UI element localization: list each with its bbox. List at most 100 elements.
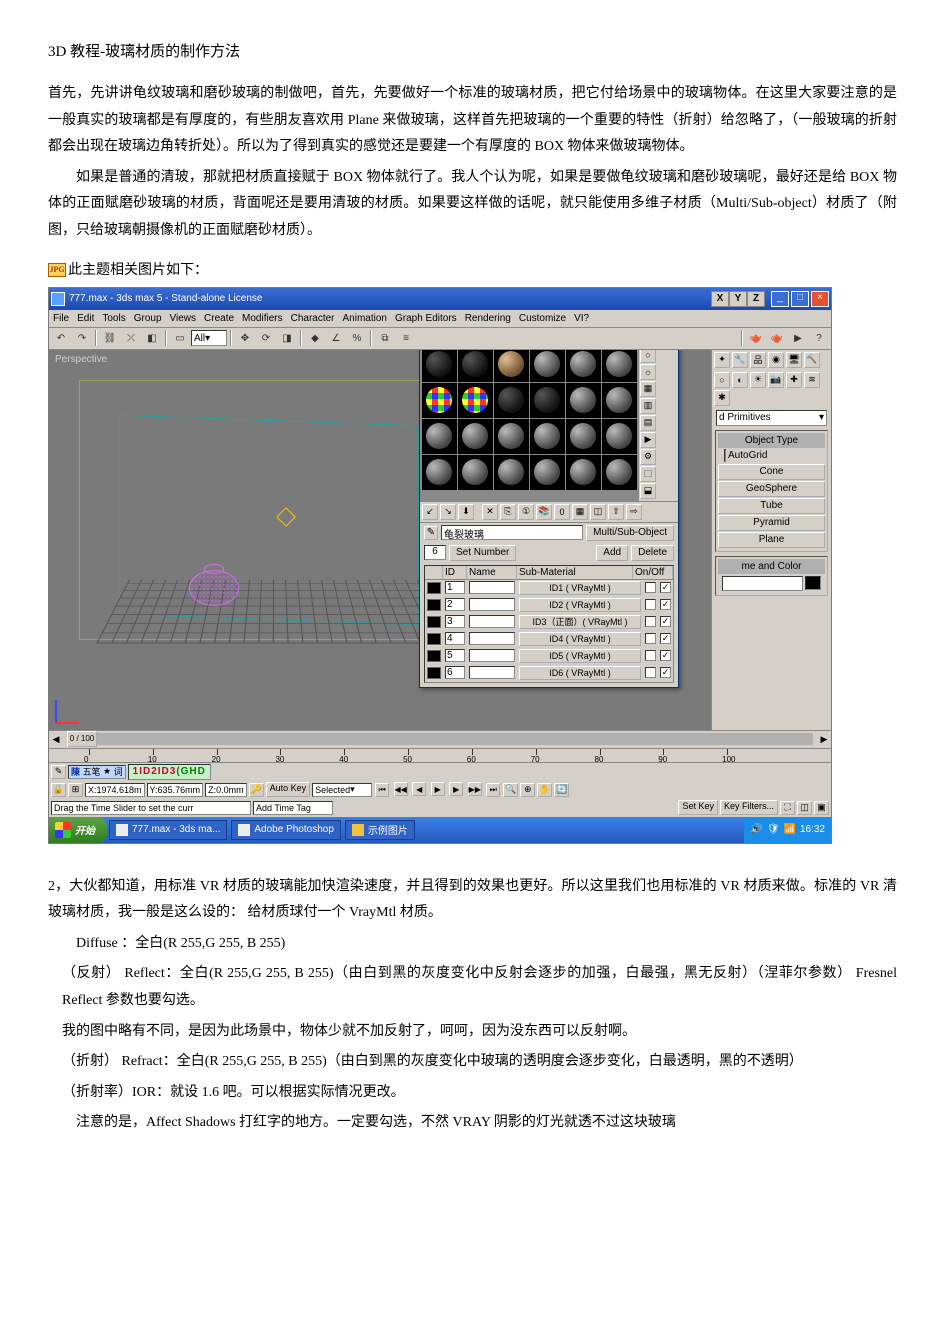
plane-button[interactable]: Plane — [718, 532, 825, 548]
coord-x[interactable]: X:1974.618m — [85, 783, 145, 797]
sub-material-row[interactable]: 6 ID6 ( VRayMtl ) — [425, 665, 673, 682]
sub-material-button[interactable]: ID2 ( VRayMtl ) — [519, 598, 641, 612]
undo-button[interactable]: ↶ — [51, 329, 71, 347]
material-slots[interactable] — [420, 350, 639, 501]
move-button[interactable]: ✥ — [235, 329, 255, 347]
mat-slot[interactable] — [458, 455, 493, 490]
menu-rendering[interactable]: Rendering — [465, 313, 511, 324]
sub-id-input[interactable]: 6 — [445, 666, 465, 679]
sub-material-button[interactable]: ID4 ( VRayMtl ) — [519, 632, 641, 646]
windows-taskbar[interactable]: 开始 777.max - 3ds ma... Adobe Photoshop 示… — [49, 817, 831, 843]
object-name-input[interactable] — [722, 576, 803, 591]
sub-material-button[interactable]: ID6 ( VRayMtl ) — [519, 666, 641, 680]
mat-slot[interactable] — [530, 455, 565, 490]
sub-swatch[interactable] — [427, 616, 441, 628]
sub-id-input[interactable]: 3 — [445, 615, 465, 628]
mat-slot[interactable] — [458, 350, 493, 382]
sample-uv-icon[interactable]: ▥ — [640, 398, 656, 414]
sub-material-button[interactable]: ID3（正面）( VRayMtl ) — [519, 615, 641, 629]
delete-button[interactable]: Delete — [631, 545, 674, 561]
tube-button[interactable]: Tube — [718, 498, 825, 514]
reset-icon[interactable]: ✕ — [482, 504, 498, 520]
quick-render-button[interactable]: 🫖 — [767, 329, 787, 347]
menu-file[interactable]: File — [53, 313, 69, 324]
menu-customize[interactable]: Customize — [519, 313, 566, 324]
sub-id-input[interactable]: 2 — [445, 598, 465, 611]
mat-map-nav-icon[interactable]: ⬓ — [640, 483, 656, 499]
mat-slot[interactable] — [422, 350, 457, 382]
mat-slot[interactable] — [458, 419, 493, 454]
mat-slot[interactable] — [494, 383, 529, 418]
make-preview-icon[interactable]: ▶ — [640, 432, 656, 448]
sub-on-checkbox[interactable] — [660, 650, 671, 661]
arc-rotate-icon[interactable]: 🔄 — [554, 783, 569, 797]
time-slider[interactable]: ◀ 0 / 100 ▶ — [49, 730, 831, 748]
material-toolbar[interactable]: ↙ ↘ ⬇ ✕ ⎘ ① 📚 0 ▦ ◫ ⇧ ⇨ — [420, 501, 678, 523]
mat-slot[interactable] — [422, 419, 457, 454]
mat-slot[interactable] — [566, 350, 601, 382]
pick-icon[interactable]: ✎ — [424, 526, 438, 540]
mat-slot[interactable] — [566, 455, 601, 490]
goto-start-icon[interactable]: ⏮ — [375, 783, 389, 797]
modify-tab-icon[interactable]: 🔧 — [732, 352, 748, 368]
sub-material-row[interactable]: 4 ID4 ( VRayMtl ) — [425, 631, 673, 648]
sub-name-input[interactable] — [469, 598, 515, 611]
put-to-scene-icon[interactable]: ↘ — [440, 504, 456, 520]
rotate-button[interactable]: ⟳ — [256, 329, 276, 347]
menu-views[interactable]: Views — [170, 313, 197, 324]
system-tray[interactable]: 🔊 🛡 📶 16:32 — [744, 817, 831, 843]
sub-id-input[interactable]: 5 — [445, 649, 465, 662]
geometry-icon[interactable]: ○ — [714, 372, 730, 388]
select-by-mat-icon[interactable]: ⬚ — [640, 466, 656, 482]
ime-row[interactable]: 陳 五笔 ★ 词 — [68, 765, 126, 779]
bind-button[interactable]: ◧ — [142, 329, 162, 347]
sub-material-button[interactable]: ID1 ( VRayMtl ) — [519, 581, 641, 595]
options-icon[interactable]: ⚙ — [640, 449, 656, 465]
mat-slot[interactable] — [422, 455, 457, 490]
mat-id-icon[interactable]: 0 — [554, 504, 570, 520]
ime-buffer[interactable]: 1ID2ID3(GHD — [128, 764, 211, 780]
assign-icon[interactable]: ⬇ — [458, 504, 474, 520]
key-icon[interactable]: 🔑 — [249, 783, 264, 797]
object-color-swatch[interactable] — [805, 576, 821, 590]
auto-key-button[interactable]: Auto Key — [266, 782, 311, 797]
redo-button[interactable]: ↷ — [72, 329, 92, 347]
task-pictures[interactable]: 示例图片 — [345, 820, 415, 840]
angle-snap-button[interactable]: ∠ — [326, 329, 346, 347]
utilities-tab-icon[interactable]: 🔨 — [804, 352, 820, 368]
snap-button[interactable]: ◆ — [305, 329, 325, 347]
mat-slot[interactable] — [422, 383, 457, 418]
sub-name-input[interactable] — [469, 632, 515, 645]
field-of-view-icon[interactable]: ◫ — [797, 801, 812, 815]
mat-slot[interactable] — [458, 383, 493, 418]
coord-z[interactable]: Z:0.0mm — [205, 783, 247, 797]
sub-swatch[interactable] — [427, 633, 441, 645]
time-thumb[interactable]: 0 / 100 — [67, 731, 97, 747]
space-warps-icon[interactable]: ≋ — [804, 372, 820, 388]
minimize-button[interactable]: _ — [771, 291, 789, 307]
sub-id-input[interactable]: 1 — [445, 581, 465, 594]
material-side-tools[interactable]: ○ ☼ ▦ ▥ ▤ ▶ ⚙ ⬚ ⬓ — [639, 350, 659, 501]
mat-slot[interactable] — [602, 383, 637, 418]
menu-animation[interactable]: Animation — [343, 313, 387, 324]
time-tag[interactable]: Add Time Tag — [253, 801, 333, 815]
sub-name-input[interactable] — [469, 649, 515, 662]
tray-icon[interactable]: 📶 — [784, 824, 796, 835]
material-name-input[interactable]: 龟裂玻璃 — [441, 525, 583, 540]
helpers-icon[interactable]: ✚ — [786, 372, 802, 388]
select-button[interactable]: ▭ — [170, 329, 190, 347]
hierarchy-tab-icon[interactable]: 品 — [750, 352, 766, 368]
command-tabs[interactable]: ✦ 🔧 品 ◉ 🖥 🔨 — [712, 350, 831, 370]
menu-bar[interactable]: File Edit Tools Group Views Create Modif… — [49, 310, 831, 328]
zoom-icon[interactable]: 🔍 — [503, 783, 518, 797]
sub-on-checkbox[interactable] — [660, 633, 671, 644]
pan-icon[interactable]: ✋ — [537, 783, 552, 797]
key-filters-button[interactable]: Key Filters... — [720, 800, 778, 815]
sub-on-checkbox[interactable] — [660, 667, 671, 678]
sub-id-input[interactable]: 4 — [445, 632, 465, 645]
cameras-icon[interactable]: 📷 — [768, 372, 784, 388]
sub-name-input[interactable] — [469, 615, 515, 628]
systems-icon[interactable]: ✱ — [714, 390, 730, 406]
min-max-icon[interactable]: ⛶ — [780, 801, 795, 815]
xyz-toggle[interactable]: X Y Z — [711, 291, 765, 307]
